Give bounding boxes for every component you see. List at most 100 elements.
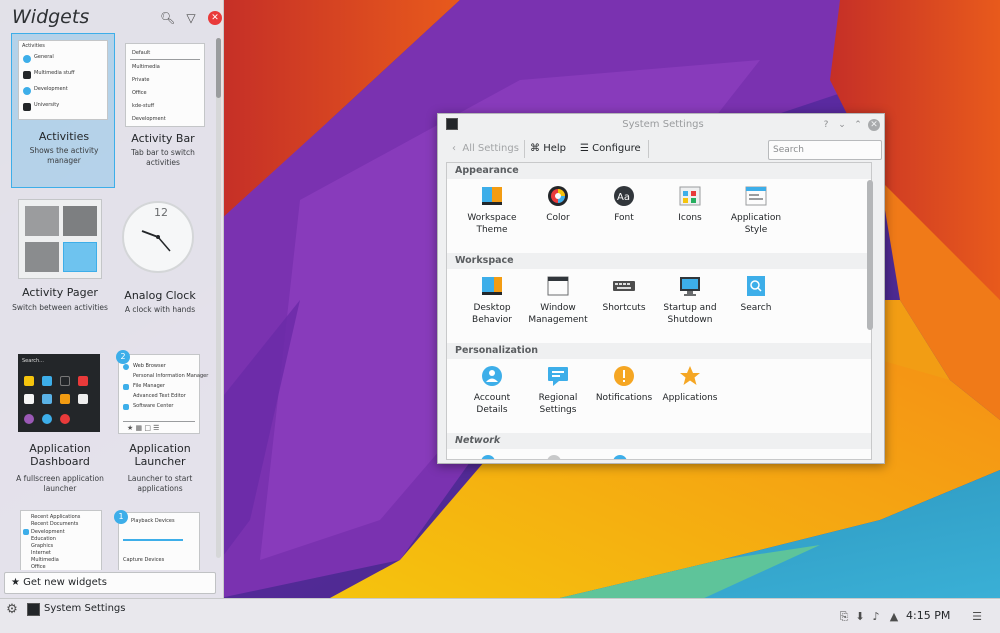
dashboard-search-text: Search...: [22, 358, 44, 364]
configure-button[interactable]: ☰ Configure: [580, 140, 641, 158]
app-icon: [60, 394, 70, 404]
widget-activities[interactable]: Activities General Multimedia stuff Deve…: [11, 33, 115, 188]
sidebar-scrollbar[interactable]: [216, 38, 221, 558]
globe-icon: [23, 55, 31, 63]
widgets-explorer: Widgets 🔍︎ ▽ ✕ Activities General Multim…: [0, 0, 224, 598]
widget-application-launcher[interactable]: Web Browser Personal Information Manager…: [108, 348, 212, 503]
settings-item-label: Application Style: [730, 213, 782, 235]
application-menu-thumbnail: Recent Applications Recent Documents Dev…: [20, 510, 102, 570]
audio-volume-thumbnail: Playback Devices Capture Devices: [118, 512, 200, 570]
settings-scrollbar[interactable]: [866, 176, 874, 458]
settings-categories: Appearance Workspace Theme Color Aa Font…: [446, 162, 872, 460]
divider: [123, 421, 195, 422]
settings-toolbar: ‹ All Settings ⌘ Help ☰ Configure Search: [438, 136, 884, 162]
tab-label: Office: [132, 90, 147, 96]
workspace-theme-icon: [481, 185, 503, 207]
device-notifier-icon[interactable]: ⬇: [854, 609, 866, 625]
document-icon: [24, 394, 34, 404]
menu-row-label: Education: [31, 536, 56, 542]
count-badge: 1: [114, 510, 128, 524]
app-icon: [42, 394, 52, 404]
close-icon[interactable]: ✕: [208, 11, 222, 25]
keyboard-icon: [613, 275, 635, 297]
clock-hands-icon: [141, 230, 171, 252]
clipboard-icon[interactable]: ⎘: [838, 609, 850, 625]
pager-cell-active: [63, 242, 97, 272]
section-personalization-header: Personalization: [447, 343, 871, 359]
count-badge: 2: [116, 350, 130, 364]
divider: [130, 59, 200, 60]
widget-name: Analog Clock: [124, 289, 196, 302]
application-style-icon: [745, 185, 767, 207]
scrollbar-thumb[interactable]: [216, 38, 221, 98]
filter-icon[interactable]: ▽: [184, 11, 198, 25]
scrollbar-thumb[interactable]: [867, 180, 873, 330]
star-icon: [679, 365, 701, 387]
section-workspace-header: Workspace: [447, 253, 871, 269]
launcher-row-label: File Manager: [133, 383, 165, 389]
browser-icon: [123, 364, 129, 370]
panel-menu-icon[interactable]: ☰: [970, 609, 984, 625]
minimize-icon[interactable]: ⌄: [836, 119, 848, 131]
widget-audio-volume[interactable]: Playback Devices Capture Devices 1: [108, 508, 212, 570]
kde-launcher-icon[interactable]: ⚙: [4, 602, 20, 618]
activities-preview: Activities General Multimedia stuff Deve…: [18, 40, 108, 120]
activity-row-label: General: [34, 54, 54, 60]
search-icon: [745, 275, 767, 297]
maximize-icon[interactable]: ⌃: [852, 119, 864, 131]
pager-cell: [63, 206, 97, 236]
widget-application-dashboard[interactable]: Search... Application Dashboard A fullsc…: [8, 348, 112, 503]
help-icon[interactable]: ?: [820, 119, 832, 131]
menu-row-label: Internet: [31, 550, 51, 556]
configure-label: Configure: [592, 143, 641, 154]
digital-clock[interactable]: 4:15 PM: [906, 609, 950, 622]
tab-label: kde-stuff: [132, 103, 155, 109]
activity-pager-thumbnail: [18, 199, 102, 279]
volume-slider: [123, 539, 183, 541]
menu-row-label: Development: [31, 529, 65, 535]
network-item-icon[interactable]: [613, 455, 627, 459]
help-button[interactable]: ⌘ Help: [530, 140, 566, 158]
settings-item-label: Notifications: [595, 393, 653, 403]
settings-item-label: Window Management: [528, 303, 588, 325]
widget-analog-clock[interactable]: 12 Analog Clock A clock with hands: [108, 193, 212, 343]
network-item-icon[interactable]: [481, 455, 495, 459]
pager-cell: [25, 206, 59, 236]
activity-bar-preview: Default Multimedia Private Office kde-st…: [125, 43, 205, 127]
widget-application-menu[interactable]: Recent Applications Recent Documents Dev…: [8, 508, 112, 570]
help-label: Help: [543, 143, 566, 154]
chat-flag-icon: [547, 365, 569, 387]
widget-name: Activity Bar: [131, 132, 195, 145]
toolbar-separator: [648, 140, 649, 158]
star-icon: ★: [11, 577, 20, 588]
settings-item-label: Applications: [662, 393, 718, 403]
launcher-row-label: Advanced Text Editor: [133, 393, 186, 399]
settings-item-label: Search: [740, 303, 772, 313]
widget-activity-pager[interactable]: Activity Pager Switch between activities: [8, 193, 112, 343]
pager-cell: [25, 242, 59, 272]
system-settings-app-icon[interactable]: [446, 118, 458, 130]
menu-row-label: Recent Documents: [31, 521, 79, 527]
search-icon[interactable]: 🔍︎: [160, 11, 175, 25]
app-icon: [78, 394, 88, 404]
network-item-icon[interactable]: [547, 455, 561, 459]
window-management-icon: [547, 275, 569, 297]
application-dashboard-thumbnail: Search...: [18, 354, 100, 432]
expand-tray-icon[interactable]: ▲: [888, 609, 900, 625]
taskbar-task-system-settings[interactable]: System Settings: [24, 600, 224, 619]
system-settings-app-icon: [27, 603, 40, 616]
settings-item-label: Startup and Shutdown: [663, 303, 717, 325]
get-new-widgets-button[interactable]: ★ Get new widgets: [4, 572, 216, 594]
volume-icon[interactable]: ♪: [870, 609, 882, 625]
widget-name: Activity Pager: [22, 286, 98, 299]
launcher-row-label: Personal Information Manager: [133, 373, 209, 379]
window-titlebar[interactable]: System Settings ? ⌄ ⌃ ✕: [438, 114, 884, 136]
audio-row-label: Playback Devices: [131, 518, 175, 524]
all-settings-button[interactable]: ‹ All Settings: [452, 140, 519, 158]
widget-activity-bar[interactable]: Default Multimedia Private Office kde-st…: [111, 33, 215, 188]
menu-row-label: Graphics: [31, 543, 54, 549]
icons-icon: [679, 185, 701, 207]
close-icon[interactable]: ✕: [868, 119, 880, 131]
development-icon: [23, 87, 31, 95]
settings-search-input[interactable]: Search: [768, 140, 882, 160]
